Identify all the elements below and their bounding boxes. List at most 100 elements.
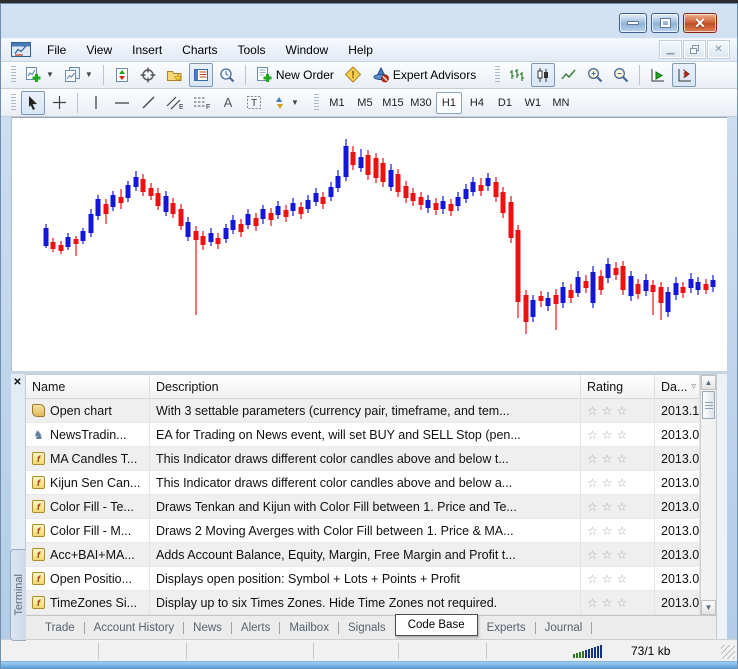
cell-description: This Indicator draws different color can… [150, 447, 581, 471]
chart-shift-button[interactable] [672, 62, 697, 87]
terminal-vertical-tab[interactable]: Terminal [10, 549, 26, 641]
chart-area[interactable] [11, 117, 727, 372]
menu-item-window[interactable]: Window [276, 40, 339, 60]
vertical-scrollbar[interactable]: ▲ ▼ [700, 375, 716, 616]
column-header-description[interactable]: Description [150, 375, 581, 399]
timeframe-h1[interactable]: H1 [435, 91, 462, 114]
restore-icon [659, 18, 671, 28]
cell-rating: ☆☆☆ [581, 447, 655, 471]
zoom-in-button[interactable] [583, 63, 607, 87]
menu-item-view[interactable]: View [76, 40, 122, 60]
horizontal-line-button[interactable] [110, 91, 134, 115]
auto-scroll-button[interactable] [646, 63, 670, 87]
column-header-name[interactable]: Name [26, 375, 150, 399]
line-chart-button[interactable] [557, 63, 581, 87]
codebase-row[interactable]: f Kijun Sen Can... This Indicator draws di… [26, 471, 700, 496]
mdi-minimize-button[interactable]: ▁ [659, 40, 682, 60]
mdi-close-button[interactable]: ✕ [707, 40, 730, 60]
codebase-row[interactable]: f Acc+BAI+MA... Adds Account Balance, Equi… [26, 543, 700, 568]
codebase-row[interactable]: f Open Positio... Displays open position: … [26, 567, 700, 592]
timeframe-h4[interactable]: H4 [464, 92, 490, 114]
codebase-row[interactable]: Open chart With 3 settable parameters (cu… [26, 399, 700, 424]
menu-item-help[interactable]: Help [338, 40, 383, 60]
toolbar-grip[interactable] [11, 65, 16, 84]
toolbar-grip[interactable] [495, 65, 501, 84]
equidistant-channel-button[interactable]: E [162, 91, 187, 115]
cursor-button[interactable] [21, 90, 45, 115]
text-label-button[interactable]: T [242, 91, 266, 115]
timeframe-w1[interactable]: W1 [520, 92, 546, 114]
restore-button[interactable] [651, 13, 679, 33]
profiles-button[interactable]: ▼ [60, 63, 97, 87]
codebase-table-header[interactable]: Name Description Rating Da... ▿ [26, 375, 700, 400]
bar-chart-button[interactable] [505, 63, 529, 87]
timeframe-m30[interactable]: M30 [408, 92, 434, 114]
navigator-button[interactable] [162, 63, 187, 87]
close-button[interactable]: ✕ [683, 13, 717, 33]
timeframe-m15[interactable]: M15 [380, 92, 406, 114]
cell-rating: ☆☆☆ [581, 495, 655, 519]
tab-trade[interactable]: Trade [36, 619, 84, 637]
codebase-row[interactable]: ♞ NewsTradin... EA for Trading on News eve… [26, 423, 700, 448]
timeframe-m1[interactable]: M1 [324, 92, 350, 114]
mdi-restore-button[interactable] [683, 40, 706, 60]
rating-stars-icon: ☆☆☆ [587, 403, 632, 418]
tab-signals[interactable]: Signals [339, 619, 395, 637]
titlebar[interactable]: ✕ [1, 4, 737, 38]
scrollbar-thumb[interactable] [702, 391, 715, 420]
minimize-button[interactable] [619, 13, 647, 33]
toolbar-standard: ▼ ▼ New Order ! Expert Advisors [1, 61, 737, 90]
metaeditor-button[interactable]: ! [340, 63, 366, 87]
market-watch-button[interactable] [110, 63, 134, 87]
zoom-out-icon [614, 68, 629, 83]
expert-advisors-button[interactable]: Expert Advisors [368, 63, 480, 87]
tab-experts[interactable]: Experts [478, 619, 535, 637]
tab-account-history[interactable]: Account History [85, 619, 184, 637]
codebase-row[interactable]: f TimeZones Si... Display up to six Times … [26, 591, 700, 616]
tab-journal[interactable]: Journal [536, 619, 592, 637]
scrollbar-track[interactable] [701, 420, 716, 600]
arrows-button[interactable]: ▼ [268, 91, 303, 115]
column-header-da[interactable]: Da... ▿ [655, 375, 700, 399]
new-order-button[interactable]: New Order [252, 63, 338, 87]
toolbar-grip[interactable] [11, 93, 16, 112]
row-name-text: NewsTradin... [50, 427, 127, 442]
resize-grip[interactable] [721, 645, 735, 660]
terminal-button[interactable] [188, 62, 213, 87]
tab-code-base[interactable]: Code Base [394, 613, 478, 636]
timeframe-m5[interactable]: M5 [352, 92, 378, 114]
tab-news[interactable]: News [184, 619, 231, 637]
tab-alerts[interactable]: Alerts [232, 619, 279, 637]
menu-item-insert[interactable]: Insert [122, 40, 172, 60]
column-header-rating[interactable]: Rating [581, 375, 655, 399]
timeframe-d1[interactable]: D1 [492, 92, 518, 114]
data-window-button[interactable] [136, 63, 160, 87]
strategy-tester-button[interactable] [215, 63, 239, 87]
text-button[interactable]: A [216, 91, 240, 115]
timeframe-mn[interactable]: MN [548, 92, 574, 114]
scroll-up-button[interactable]: ▲ [701, 375, 716, 391]
codebase-row[interactable]: f Color Fill - Te... Draws Tenkan and Kiju… [26, 495, 700, 520]
crosshair-button[interactable] [47, 91, 71, 115]
trendline-button[interactable] [136, 91, 160, 115]
candlestick-chart-button[interactable] [531, 62, 556, 87]
app-logo-icon [11, 42, 31, 58]
fibonacci-icon: F [194, 97, 210, 110]
terminal-close-button[interactable]: ✕ [11, 376, 24, 389]
toolbar-grip[interactable] [313, 93, 319, 112]
menu-item-charts[interactable]: Charts [172, 40, 227, 60]
menu-item-file[interactable]: File [37, 40, 76, 60]
cell-name: f Color Fill - M... [26, 519, 150, 543]
codebase-row[interactable]: f Color Fill - M... Draws 2 Moving Averges… [26, 519, 700, 544]
rating-stars-icon: ☆☆☆ [587, 523, 632, 538]
row-name-text: Kijun Sen Can... [50, 475, 141, 490]
scroll-down-button[interactable]: ▼ [701, 600, 716, 616]
codebase-row[interactable]: f MA Candles T... This Indicator draws dif… [26, 447, 700, 472]
zoom-out-button[interactable] [609, 63, 633, 87]
arrows-icon [276, 97, 283, 110]
tab-mailbox[interactable]: Mailbox [280, 619, 338, 637]
new-chart-button[interactable]: ▼ [21, 63, 58, 87]
fibonacci-button[interactable]: F [189, 91, 214, 115]
menu-item-tools[interactable]: Tools [228, 40, 276, 60]
vertical-line-button[interactable] [84, 91, 108, 115]
